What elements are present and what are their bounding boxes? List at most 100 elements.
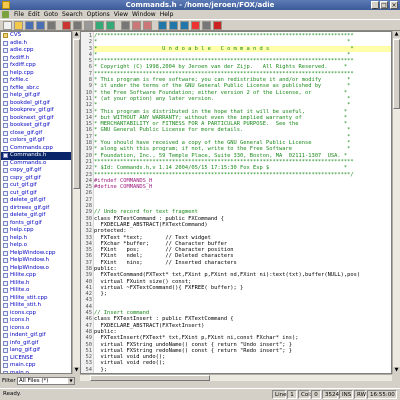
file-list-item[interactable]: delete_gif.gif	[1, 212, 71, 220]
file-list-item[interactable]: main.o	[1, 370, 71, 373]
search-next-icon[interactable]	[143, 21, 152, 30]
file-list-item[interactable]: main.cpp	[1, 362, 71, 370]
file-list-item[interactable]: fxdiff.h	[1, 55, 71, 63]
menu-search[interactable]: Search	[60, 10, 85, 19]
file-list-item[interactable]: LICENSE	[1, 355, 71, 363]
close-button[interactable]: ×	[390, 1, 398, 9]
file-list-item[interactable]: bookprev_gif.gif	[1, 107, 71, 115]
open-file-icon[interactable]	[14, 21, 23, 30]
file-list-item[interactable]: Hilite_stit.h	[1, 302, 71, 310]
file-list-item[interactable]: fxdiff.cpp	[1, 62, 71, 70]
save-file-icon[interactable]	[25, 21, 34, 30]
file-list-item[interactable]: Commands.o	[1, 160, 71, 168]
file-list-item[interactable]: indent_gif.gif	[1, 332, 71, 340]
file-list-item[interactable]: colors_gif.gif	[1, 137, 71, 145]
file-list-scroll-thumb[interactable]	[73, 39, 80, 189]
file-list-item[interactable]: Commands.cpp	[1, 145, 71, 153]
undo-icon[interactable]	[95, 21, 104, 30]
maximize-button[interactable]: □	[380, 1, 388, 9]
file-list-item[interactable]: fonts_gif.gif	[1, 220, 71, 228]
menu-options[interactable]: Options	[85, 10, 112, 19]
file-list-item[interactable]: Hilite.h	[1, 280, 71, 288]
app-menu-icon[interactable]	[2, 11, 9, 18]
file-name: copy_gif.gif	[10, 167, 42, 173]
file-list-item[interactable]: fxfile.c	[1, 77, 71, 85]
file-list-item[interactable]: delete_gif.gif	[1, 197, 71, 205]
paste-icon[interactable]	[84, 21, 93, 30]
menu-view[interactable]: View	[112, 10, 130, 19]
file-list-item[interactable]: close_gif.gif	[1, 130, 71, 138]
file-list-item[interactable]: icons.o	[1, 325, 71, 333]
file-list-scrollbar[interactable]: ▲ ▼	[72, 31, 80, 374]
file-icon	[3, 333, 8, 339]
bookmark-icon[interactable]	[158, 21, 167, 30]
scroll-up-icon[interactable]: ▲	[73, 31, 80, 38]
search-prev-icon[interactable]	[132, 21, 141, 30]
menu-goto[interactable]: Goto	[42, 10, 60, 19]
font-icon[interactable]	[191, 21, 200, 30]
file-list-item[interactable]: info_gif.gif	[1, 340, 71, 348]
cut-icon[interactable]	[62, 21, 71, 30]
status-line: 1	[287, 390, 297, 399]
new-file-icon[interactable]	[3, 21, 12, 30]
file-list-item[interactable]: help.h	[1, 235, 71, 243]
file-list-item[interactable]: Hilite.cpp	[1, 272, 71, 280]
file-list-item[interactable]: HelpWindow.o	[1, 265, 71, 273]
file-list-item[interactable]: dirtrees_gif.gif	[1, 205, 71, 213]
file-list-item[interactable]: bookset_gif.gif	[1, 122, 71, 130]
filter-select[interactable]: All Files (*) ▼	[17, 377, 75, 385]
editor-hscroll-thumb[interactable]	[90, 375, 210, 381]
file-list-item[interactable]: help.cpp	[1, 227, 71, 235]
file-name: fxdiff.cpp	[10, 62, 36, 68]
menu-edit[interactable]: Edit	[26, 10, 42, 19]
menu-help[interactable]: Help	[158, 10, 176, 19]
file-name: bookprev_gif.gif	[10, 107, 54, 113]
file-list-item[interactable]: cspy_gif.gif	[1, 175, 71, 183]
code-text: /***************************************…	[94, 33, 354, 39]
file-list-item[interactable]: cut_gif.gif	[1, 182, 71, 190]
editor-vertical-scrollbar[interactable]: ▲ ▼	[392, 31, 400, 374]
search-icon[interactable]	[121, 21, 130, 30]
file-list-item[interactable]: lang_gif.gif	[1, 347, 71, 355]
file-list-item[interactable]: HelpWindow.h	[1, 257, 71, 265]
editor-scroll-thumb[interactable]	[393, 39, 400, 109]
scroll-down-icon[interactable]: ▼	[73, 367, 80, 374]
code-text: * This program is distributed in the hop…	[94, 108, 348, 115]
file-list-item[interactable]: Commands.h	[1, 152, 71, 160]
close-icon[interactable]	[202, 21, 211, 30]
file-list-item[interactable]: HelpWindow.cpp	[1, 250, 71, 258]
file-list-item[interactable]: copy_gif.gif	[1, 167, 71, 175]
file-list-item[interactable]: cut_gif.gif	[1, 190, 71, 198]
file-list-item[interactable]: help.o	[1, 242, 71, 250]
file-list-item[interactable]: help.cpp	[1, 70, 71, 78]
file-list-item[interactable]: Hilite.o	[1, 287, 71, 295]
file-list-item[interactable]: adie.h	[1, 40, 71, 48]
file-icon	[3, 48, 8, 54]
bookmark-next-icon[interactable]	[180, 21, 189, 30]
chevron-down-icon[interactable]: ▼	[68, 378, 74, 384]
file-list-item[interactable]: Hilite_stit.cpp	[1, 295, 71, 303]
exit-icon[interactable]	[213, 21, 222, 30]
file-list-item[interactable]: booknext_gif.gif	[1, 115, 71, 123]
file-list-item[interactable]: icons.h	[1, 317, 71, 325]
editor-horizontal-scrollbar[interactable]	[80, 374, 392, 381]
redo-icon[interactable]	[106, 21, 115, 30]
menu-file[interactable]: File	[12, 10, 26, 19]
text-editor[interactable]: 1/**************************************…	[80, 31, 392, 374]
file-list-item[interactable]: fxfile_sbr.c	[1, 85, 71, 93]
menu-window[interactable]: Window	[130, 10, 158, 19]
file-list-item[interactable]: icons.cpp	[1, 310, 71, 318]
bookmark-prev-icon[interactable]	[169, 21, 178, 30]
code-text: * (at your option) any later version. *	[94, 95, 351, 102]
minimize-button[interactable]: _	[371, 1, 379, 9]
copy-icon[interactable]	[73, 21, 82, 30]
scroll-up-icon[interactable]: ▲	[393, 31, 400, 38]
file-list-item[interactable]: adie.cpp	[1, 47, 71, 55]
print-icon[interactable]	[47, 21, 56, 30]
scroll-down-icon[interactable]: ▼	[393, 367, 400, 374]
save-as-icon[interactable]	[36, 21, 45, 30]
file-list-item[interactable]: help_gif.gif	[1, 92, 71, 100]
file-icon	[3, 250, 8, 256]
file-list-item[interactable]: CVS	[1, 32, 71, 40]
file-list-item[interactable]: bookdel_gif.gif	[1, 100, 71, 108]
